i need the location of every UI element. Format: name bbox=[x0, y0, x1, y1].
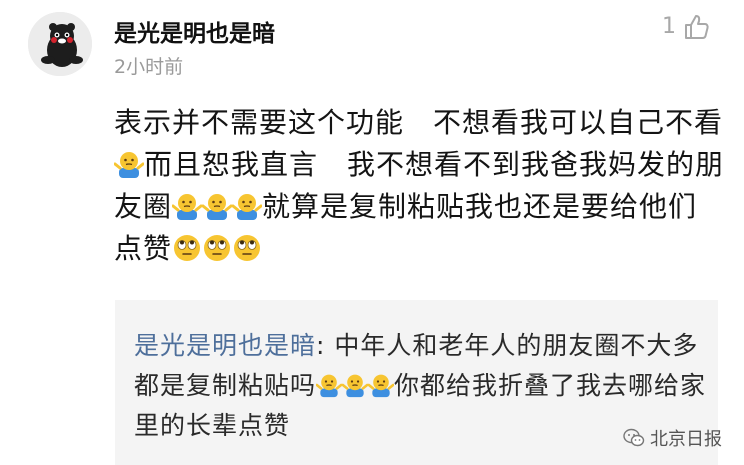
watermark: 北京日报 bbox=[623, 425, 722, 451]
shrug-emoji-icon bbox=[172, 194, 203, 220]
like-button[interactable]: 1 bbox=[662, 12, 710, 42]
reply-separator: : bbox=[316, 331, 335, 360]
timestamp: 2小时前 bbox=[114, 56, 184, 78]
eye-roll-emoji-icon bbox=[234, 235, 261, 261]
comment-text: 表示并不需要这个功能 不想看我可以自己不看而且恕我直言 我不想看不到我爸我妈发的… bbox=[114, 102, 724, 270]
wechat-icon bbox=[623, 428, 645, 447]
avatar[interactable] bbox=[28, 12, 92, 76]
thumbs-up-icon bbox=[685, 15, 709, 39]
shrug-emoji-icon bbox=[316, 374, 343, 398]
shrug-emoji-icon bbox=[202, 194, 233, 220]
shrug-emoji-icon bbox=[232, 194, 263, 220]
watermark-text: 北京日报 bbox=[650, 429, 722, 450]
eye-roll-emoji-icon bbox=[204, 235, 231, 261]
shrug-emoji-icon bbox=[342, 374, 369, 398]
comment-text-part1: 表示并不需要这个功能 不想看我可以自己不看 bbox=[114, 106, 724, 139]
like-count: 1 bbox=[662, 14, 676, 39]
shrug-emoji-icon bbox=[368, 374, 395, 398]
username[interactable]: 是光是明也是暗 bbox=[114, 14, 275, 48]
kumamon-avatar-icon bbox=[28, 12, 92, 76]
reply-author[interactable]: 是光是明也是暗 bbox=[134, 331, 316, 360]
eye-roll-emoji-icon bbox=[174, 235, 201, 261]
shrug-emoji-icon bbox=[114, 152, 144, 178]
